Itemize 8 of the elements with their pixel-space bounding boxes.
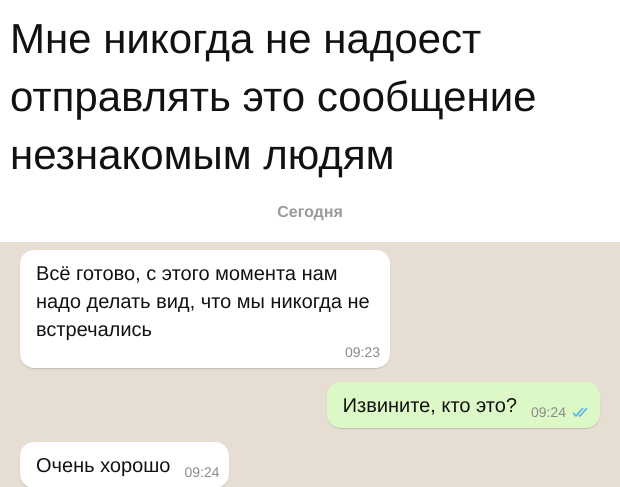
message-time: 09:23	[344, 344, 380, 360]
message-time: 09:24	[184, 464, 220, 480]
message-text: Очень хорошо	[36, 454, 170, 479]
caption: Мне никогда не надоест отправлять это сообщение незнакомым людям	[10, 14, 538, 180]
message-text: Всё готово, с этого момента нам надо делать вид, что мы никогда не встречались	[36, 262, 371, 343]
message-time: 09:24	[530, 404, 566, 420]
date-label: Сегодня	[276, 204, 344, 221]
message-text: Извините, кто это?	[342, 394, 517, 419]
